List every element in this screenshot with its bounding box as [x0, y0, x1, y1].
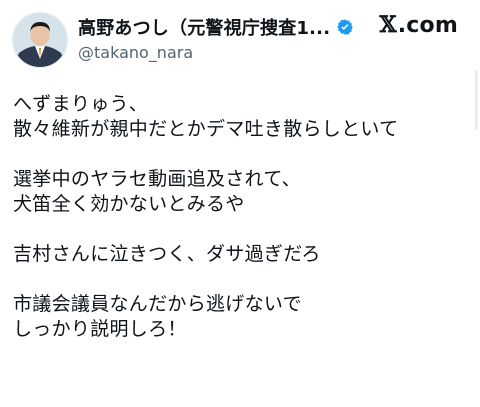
x-logo-icon: 𝕏	[379, 12, 397, 38]
brand-domain: .com	[397, 13, 458, 38]
x-com-watermark: 𝕏.com	[379, 12, 458, 38]
tweet-paragraph: へずまりゅう、 散々維新が親中だとかデマ吐き散らしといて	[13, 92, 458, 142]
tweet-line: へずまりゅう、	[13, 93, 149, 115]
verified-badge-icon	[336, 18, 354, 36]
tweet-line: 吉村さんに泣きつく、ダサ過ぎだろ	[13, 243, 321, 265]
tweet-line: 犬笛全く効かないとみるや	[13, 193, 245, 215]
avatar[interactable]	[12, 12, 68, 68]
display-name[interactable]: 高野あつし（元警視庁捜査1...	[78, 14, 330, 40]
tweet-paragraph: 市議会議員なんだから逃げないで しっかり説明しろ！	[13, 292, 458, 342]
tweet-line: 散々維新が親中だとかデマ吐き散らしといて	[13, 118, 399, 140]
user-name-row: 高野あつし（元警視庁捜査1...	[78, 14, 354, 40]
tweet-line: 選挙中のヤラセ動画追及されて、	[13, 168, 301, 190]
tweet-paragraph: 選挙中のヤラセ動画追及されて、 犬笛全く効かないとみるや	[13, 167, 458, 217]
user-handle[interactable]: @takano_nara	[78, 43, 193, 62]
tweet-paragraph: 吉村さんに泣きつく、ダサ過ぎだろ	[13, 242, 458, 267]
tweet-line: 市議会議員なんだから逃げないで	[13, 293, 302, 315]
tweet-header: 高野あつし（元警視庁捜査1... @takano_nara 𝕏.com	[0, 0, 480, 90]
tweet-text: へずまりゅう、 散々維新が親中だとかデマ吐き散らしといて 選挙中のヤラセ動画追及…	[13, 92, 458, 342]
scrollbar[interactable]	[475, 70, 478, 130]
tweet-line: しっかり説明しろ！	[13, 318, 187, 340]
avatar-photo-icon	[13, 13, 67, 67]
